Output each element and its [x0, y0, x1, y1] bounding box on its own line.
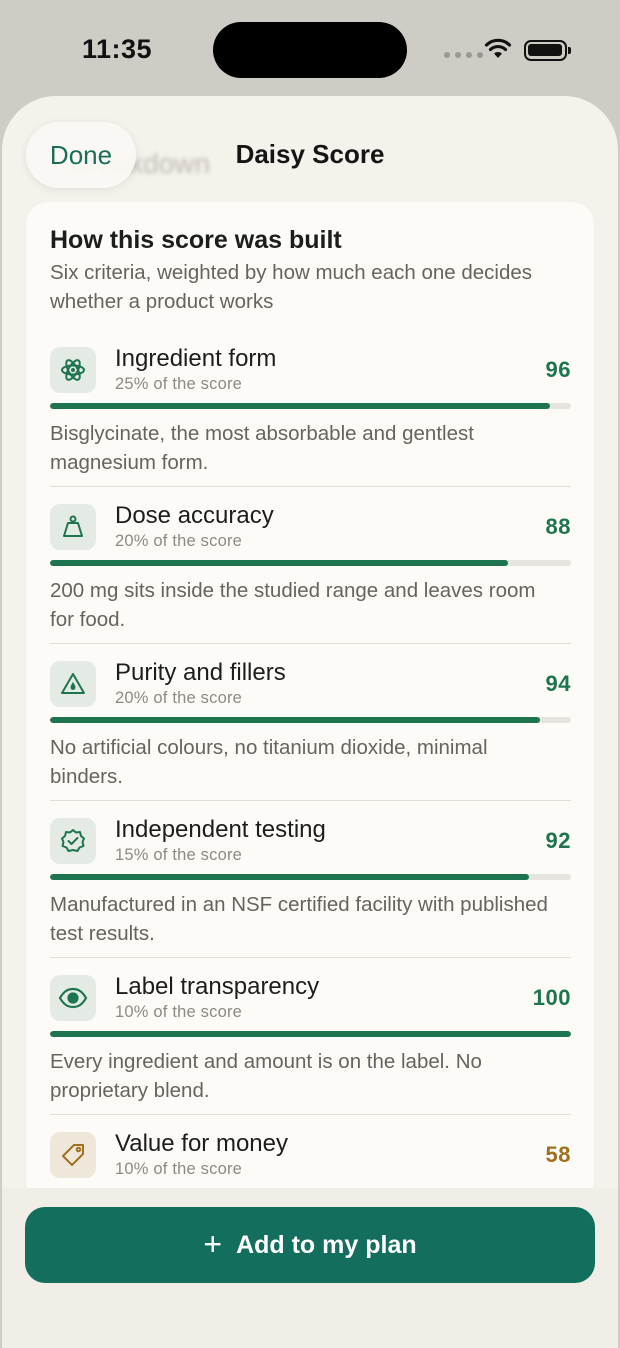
criterion-weight: 20% of the score [115, 532, 243, 550]
criterion-name: Value for money [115, 1130, 288, 1157]
criterion-dose-accuracy: Dose accuracy 20% of the score 88 200 mg… [50, 502, 571, 661]
wifi-icon [484, 38, 512, 58]
criterion-score: 96 [545, 357, 571, 382]
criterion-name: Dose accuracy [115, 502, 274, 529]
score-bar-fill [50, 874, 530, 880]
atom-icon [50, 347, 96, 393]
card-subtitle: Six criteria, weighted by how much each … [50, 261, 533, 313]
score-bar [50, 560, 571, 566]
cellular-signal-icon [444, 52, 483, 58]
criterion-score: 92 [545, 828, 571, 853]
divider [50, 643, 571, 644]
criterion-ingredient-form: Ingredient form 25% of the score 96 Bisg… [50, 345, 571, 504]
page-title: Daisy Score [235, 139, 385, 169]
criterion-weight: 10% of the score [115, 1003, 243, 1021]
add-to-plan-button[interactable]: + Add to my plan [25, 1207, 595, 1283]
criterion-score: 58 [545, 1142, 571, 1167]
score-bar-fill [50, 403, 551, 409]
criterion-name: Independent testing [115, 816, 326, 843]
criterion-score: 94 [545, 671, 571, 696]
criterion-independent-testing: Independent testing 15% of the score 92 … [50, 816, 571, 975]
criterion-description: 200 mg sits inside the studied range and… [50, 579, 536, 631]
criterion-weight: 20% of the score [115, 689, 243, 707]
dynamic-island [213, 22, 407, 78]
score-bar [50, 717, 571, 723]
criterion-description: Bisglycinate, the most absorbable and ge… [50, 422, 474, 474]
divider [50, 1114, 571, 1115]
verified-badge-icon [50, 818, 96, 864]
score-bar [50, 1031, 571, 1037]
criterion-name: Ingredient form [115, 345, 277, 372]
criterion-label-transparency: Label transparency 10% of the score 100 … [50, 973, 571, 1132]
criterion-description: No artificial colours, no titanium dioxi… [50, 736, 488, 788]
criterion-weight: 15% of the score [115, 846, 243, 864]
drop-warning-icon [50, 661, 96, 707]
divider [50, 957, 571, 958]
criterion-description: Every ingredient and amount is on the la… [50, 1050, 482, 1102]
status-bar: 11:35 [0, 0, 620, 100]
score-bar-fill [50, 560, 509, 566]
add-to-plan-label: Add to my plan [236, 1230, 417, 1259]
score-bar [50, 403, 571, 409]
criterion-score: 88 [545, 514, 571, 539]
criterion-weight: 25% of the score [115, 375, 243, 393]
divider [50, 486, 571, 487]
battery-icon [524, 40, 571, 61]
score-bar-fill [50, 717, 540, 723]
criterion-purity-and-fillers: Purity and fillers 20% of the score 94 N… [50, 659, 571, 818]
card-title: How this score was built [50, 226, 342, 254]
divider [50, 800, 571, 801]
criterion-score: 100 [532, 985, 571, 1010]
criterion-description: Manufactured in an NSF certified facilit… [50, 893, 548, 945]
criterion-name: Label transparency [115, 973, 320, 1000]
plus-icon: + [203, 1225, 223, 1262]
weight-icon [50, 504, 96, 550]
criterion-weight: 10% of the score [115, 1160, 243, 1178]
criterion-name: Purity and fillers [115, 659, 286, 686]
price-tag-icon [50, 1132, 96, 1178]
status-time: 11:35 [82, 34, 153, 64]
eye-icon [50, 975, 96, 1021]
score-bar [50, 874, 571, 880]
score-bar-fill [50, 1031, 571, 1037]
score-breakdown-card: How this score was built Six criteria, w… [26, 202, 594, 1202]
